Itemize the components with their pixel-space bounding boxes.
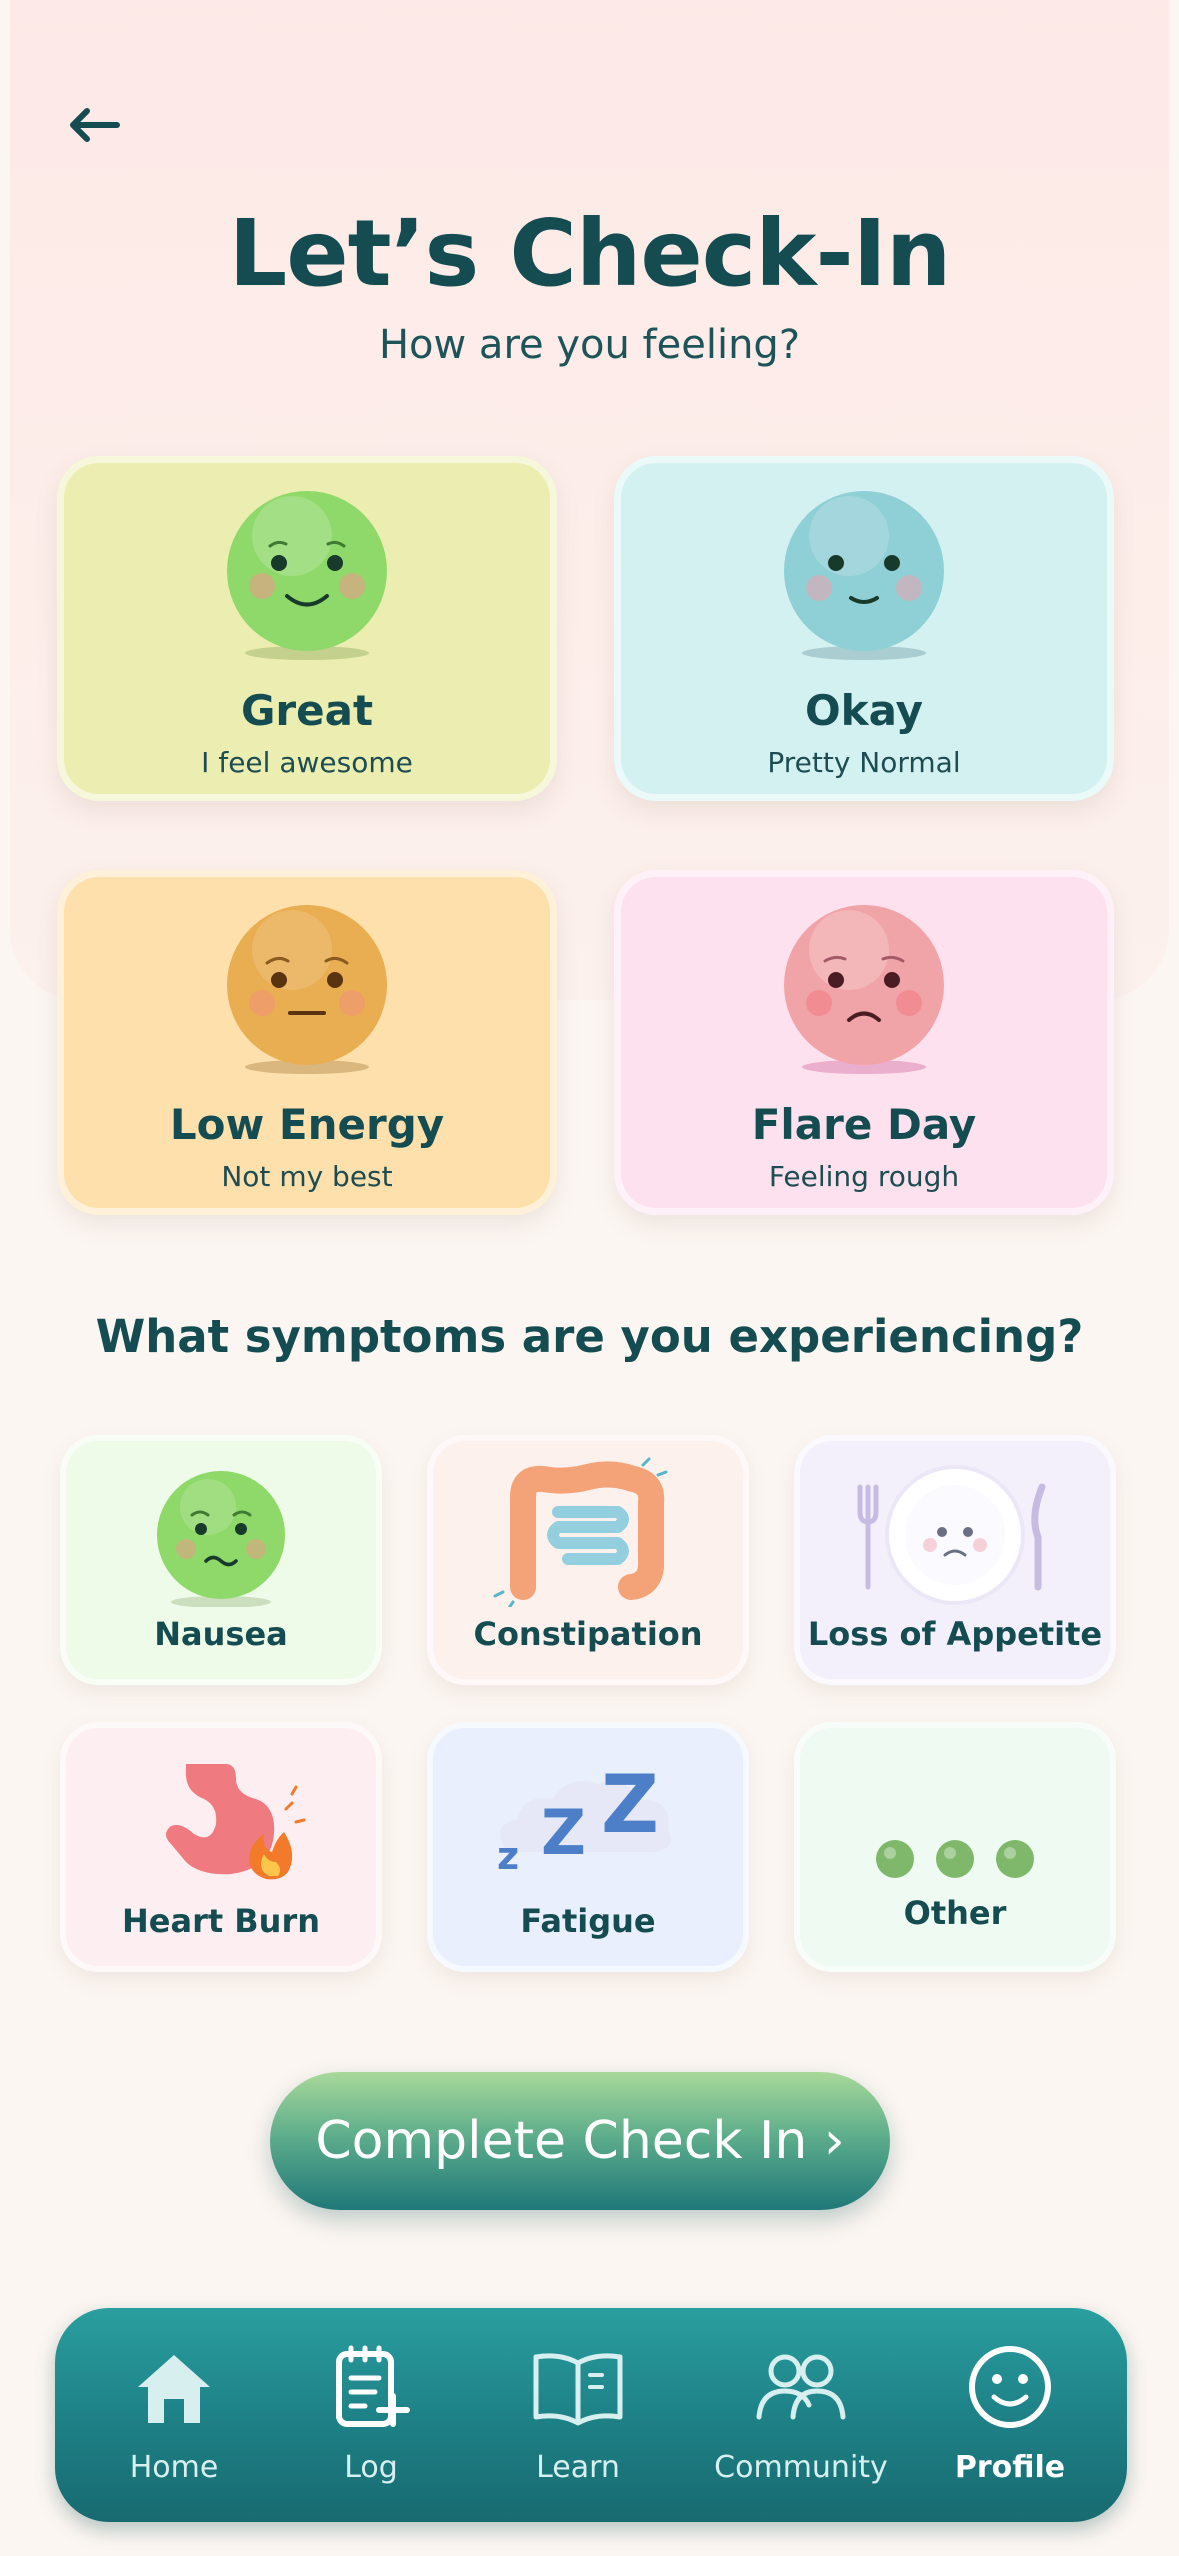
page-title: Let’s Check-In xyxy=(228,200,952,307)
symptom-card-constipation[interactable]: Constipation xyxy=(427,1435,749,1685)
mood-description: Pretty Normal xyxy=(767,746,961,779)
mood-label: Low Energy xyxy=(169,1100,445,1149)
symptom-card-heart-burn[interactable]: Heart Burn xyxy=(60,1722,382,1972)
more-dots-icon xyxy=(876,1840,1034,1878)
symptom-card-other[interactable]: Other xyxy=(794,1722,1116,1972)
sleep-zzz-icon: z Z Z xyxy=(497,1758,671,1878)
neutral-smile-face-icon xyxy=(784,491,944,660)
mood-description: Feeling rough xyxy=(768,1160,960,1193)
symptom-label: Heart Burn xyxy=(121,1902,321,1940)
home-icon xyxy=(138,2355,210,2423)
tab-label: Community xyxy=(714,2450,888,2485)
tab-learn[interactable]: Learn xyxy=(478,2308,678,2522)
book-icon xyxy=(533,2353,623,2426)
symptom-label: Nausea xyxy=(154,1615,288,1653)
tab-community[interactable]: Community xyxy=(691,2308,911,2522)
symptom-label: Other xyxy=(903,1894,1007,1932)
symptom-card-loss-of-appetite[interactable]: Loss of Appetite xyxy=(794,1435,1116,1685)
back-button[interactable] xyxy=(58,95,128,155)
tab-label: Learn xyxy=(536,2450,620,2485)
mood-card-okay[interactable]: Okay Pretty Normal xyxy=(614,456,1114,801)
mood-card-low-energy[interactable]: Low Energy Not my best xyxy=(57,870,557,1215)
intestine-icon xyxy=(493,1457,668,1607)
svg-text:Z: Z xyxy=(541,1796,586,1869)
symptom-card-fatigue[interactable]: z Z Z Fatigue xyxy=(427,1722,749,1972)
symptoms-heading: What symptoms are you experiencing? xyxy=(95,1310,1084,1363)
tab-label: Log xyxy=(344,2450,398,2485)
mood-label: Great xyxy=(240,686,374,735)
mood-label: Okay xyxy=(804,686,924,735)
symptom-label: Constipation xyxy=(473,1615,703,1653)
smiling-face-icon xyxy=(227,491,387,660)
symptom-label: Fatigue xyxy=(520,1902,656,1940)
tab-home[interactable]: Home xyxy=(74,2308,274,2522)
mood-card-flare-day[interactable]: Flare Day Feeling rough xyxy=(614,870,1114,1215)
burning-stomach-icon xyxy=(166,1764,306,1880)
mood-label: Flare Day xyxy=(751,1100,977,1149)
mood-description: Not my best xyxy=(221,1160,393,1193)
page-subtitle: How are you feeling? xyxy=(378,322,801,368)
mood-card-great[interactable]: Great I feel awesome xyxy=(57,456,557,801)
bottom-tab-bar: Home Log Learn Community Profile xyxy=(55,2308,1127,2522)
clipboard-add-icon xyxy=(336,2345,410,2427)
smiley-profile-icon xyxy=(969,2346,1051,2428)
symptom-label: Loss of Appetite xyxy=(807,1615,1103,1653)
tab-profile[interactable]: Profile xyxy=(910,2308,1110,2522)
symptom-card-nausea[interactable]: Nausea xyxy=(60,1435,382,1685)
empty-plate-icon xyxy=(857,1465,1046,1605)
svg-text:z: z xyxy=(497,1834,519,1878)
tab-label: Profile xyxy=(954,2450,1066,2485)
mood-description: I feel awesome xyxy=(201,746,413,779)
tired-face-icon xyxy=(227,905,387,1074)
sad-face-icon xyxy=(784,905,944,1074)
queasy-face-icon xyxy=(157,1471,285,1607)
tab-label: Home xyxy=(129,2450,219,2485)
complete-check-in-button[interactable]: Complete Check In › xyxy=(270,2072,890,2210)
arrow-left-icon xyxy=(70,108,120,142)
people-icon xyxy=(756,2354,846,2420)
svg-text:Z: Z xyxy=(601,1758,659,1851)
tab-log[interactable]: Log xyxy=(271,2308,471,2522)
